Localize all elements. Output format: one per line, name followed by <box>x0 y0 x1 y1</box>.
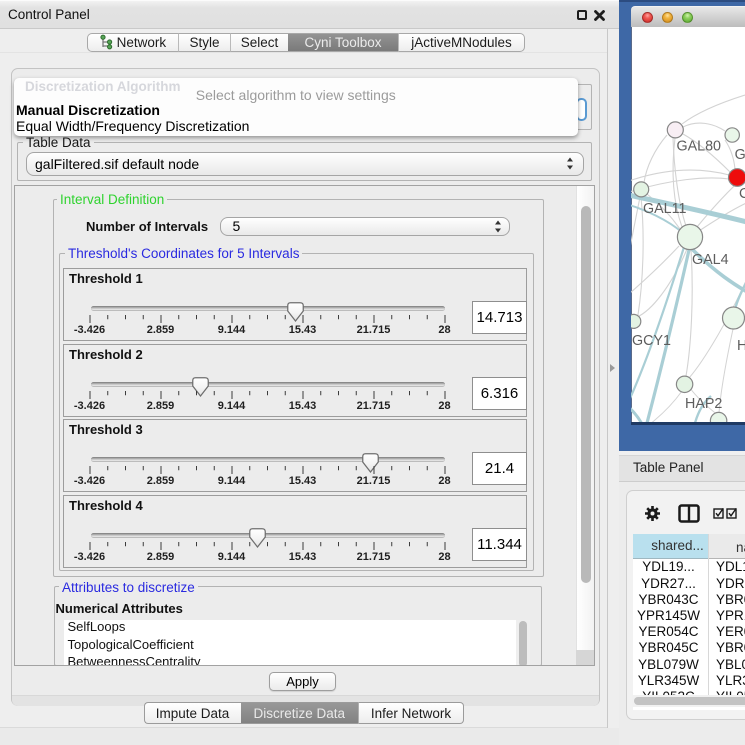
svg-text:GCY1: GCY1 <box>632 333 671 349</box>
svg-text:H: H <box>737 338 745 354</box>
svg-text:GAL80: GAL80 <box>677 139 722 155</box>
svg-text:HAP2: HAP2 <box>685 396 722 412</box>
svg-text:C: C <box>739 186 745 202</box>
svg-text:GA: GA <box>735 147 745 163</box>
svg-text:GAL4: GAL4 <box>692 252 729 268</box>
svg-text:GAL11: GAL11 <box>643 201 686 217</box>
